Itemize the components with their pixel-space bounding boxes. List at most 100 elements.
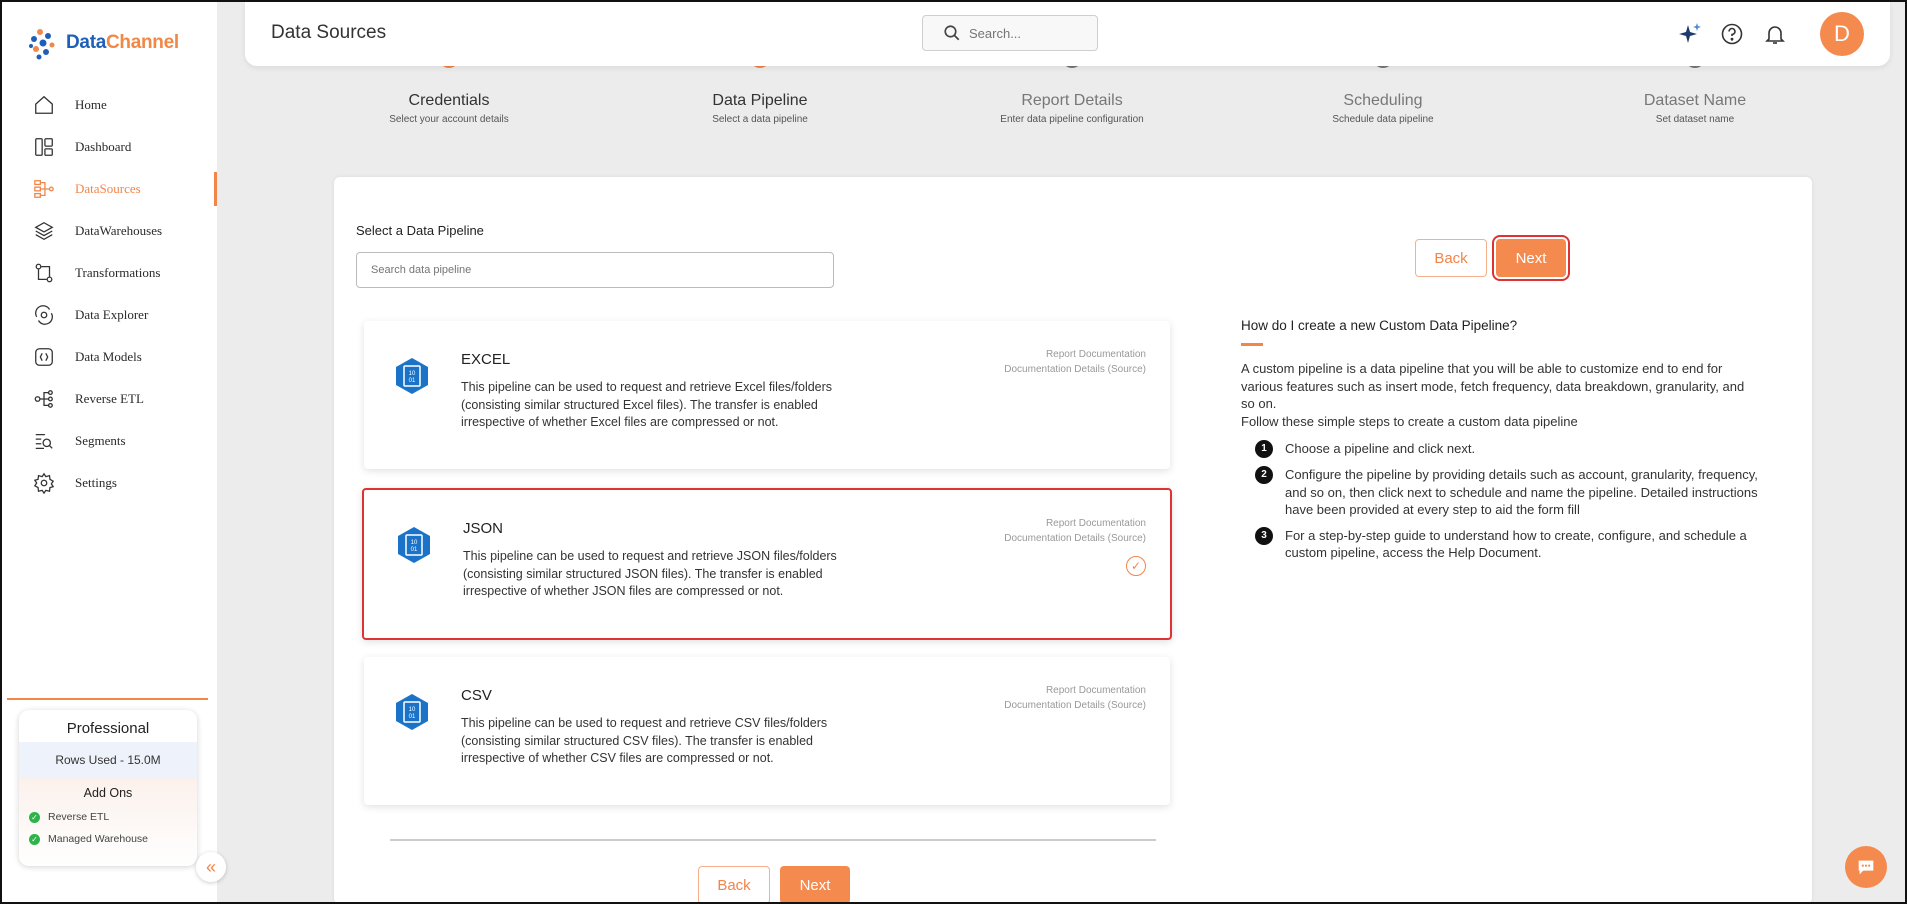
step-subtitle: Schedule data pipeline	[1332, 114, 1434, 125]
step-subtitle: Enter data pipeline configuration	[1000, 114, 1144, 125]
svg-text:10: 10	[409, 707, 416, 713]
addons-section: Add Ons ✓ Reverse ETL ✓ Managed Warehous…	[19, 778, 197, 866]
sidebar-item-label: Data Explorer	[75, 307, 149, 322]
step-title: Scheduling	[1343, 92, 1423, 109]
pipeline-description: This pipeline can be used to request and…	[461, 380, 833, 429]
sidebar: DataChannel Home Dashboard DataSources D…	[2, 2, 217, 902]
report-documentation-link[interactable]: Report Documentation	[1004, 347, 1146, 362]
help-step-text: For a step-by-step guide to understand h…	[1285, 527, 1747, 561]
transform-icon	[35, 263, 53, 283]
pipeline-card-csv[interactable]: 10 01 CSV This pipeline can be used to r…	[364, 657, 1170, 805]
step-report-details[interactable]: Report Details Enter data pipeline confi…	[942, 58, 1202, 125]
sparkle-ai-icon[interactable]	[1678, 22, 1702, 46]
segments-icon	[35, 433, 53, 449]
next-button-top[interactable]: Next	[1492, 235, 1570, 281]
pipeline-docs: Report Documentation Documentation Detai…	[1004, 347, 1146, 377]
step-dataset-name[interactable]: Dataset Name Set dataset name	[1565, 58, 1825, 125]
svg-text:01: 01	[409, 378, 416, 384]
plan-title: Professional	[66, 720, 150, 737]
step-credentials[interactable]: Credentials Select your account details	[319, 58, 579, 125]
top-header: Data Sources D	[245, 2, 1890, 66]
binary-file-icon: 10 01	[396, 358, 428, 394]
datachannel-logo-icon	[29, 29, 55, 60]
binary-file-icon: 10 01	[396, 694, 428, 730]
sidebar-item-reverse-etl[interactable]: Reverse ETL	[2, 378, 217, 420]
sidebar-item-label: Dashboard	[75, 139, 132, 154]
sidebar-item-transformations[interactable]: Transformations	[2, 252, 217, 294]
help-step-text: Choose a pipeline and click next.	[1285, 441, 1476, 456]
back-button-bottom[interactable]: Back	[698, 866, 770, 904]
pipeline-selection-card: Select a Data Pipeline Back Next 10 01 E…	[334, 177, 1812, 904]
report-documentation-link[interactable]: Report Documentation	[1004, 516, 1146, 531]
models-icon	[35, 348, 53, 366]
help-follow: Follow these simple steps to create a cu…	[1241, 413, 1578, 429]
documentation-details-link[interactable]: Documentation Details (Source)	[1004, 362, 1146, 377]
pipeline-name: EXCEL	[461, 351, 511, 368]
page-title: Data Sources	[271, 22, 387, 43]
sidebar-item-label: Reverse ETL	[75, 391, 144, 406]
sidebar-item-settings[interactable]: Settings	[2, 462, 217, 504]
check-circle-icon: ✓	[29, 811, 40, 823]
addons-title: Add Ons	[83, 786, 133, 800]
brand-logo[interactable]: DataChannel	[26, 24, 179, 62]
svg-text:01: 01	[409, 714, 416, 720]
sidebar-item-datasources[interactable]: DataSources	[2, 168, 217, 210]
help-step: 1 Choose a pipeline and click next.	[1255, 440, 1761, 458]
sidebar-item-label: Transformations	[75, 265, 161, 280]
sidebar-item-datawarehouses[interactable]: DataWarehouses	[2, 210, 217, 252]
sidebar-item-dashboard[interactable]: Dashboard	[2, 126, 217, 168]
pipeline-docs: Report Documentation Documentation Detai…	[1004, 683, 1146, 713]
step-scheduling[interactable]: Scheduling Schedule data pipeline	[1253, 58, 1513, 125]
step-data-pipeline[interactable]: Data Pipeline Select a data pipeline	[630, 58, 890, 125]
addon-label: Reverse ETL	[48, 811, 110, 823]
step-subtitle: Select a data pipeline	[712, 114, 808, 125]
chat-support-button[interactable]	[1845, 846, 1887, 888]
step-title: Credentials	[408, 92, 490, 109]
user-avatar[interactable]: D	[1820, 12, 1864, 56]
sidebar-item-data-models[interactable]: Data Models	[2, 336, 217, 378]
step-number-badge: 3	[1255, 526, 1273, 545]
report-documentation-link[interactable]: Report Documentation	[1004, 683, 1146, 698]
step-number-badge: 1	[1255, 440, 1273, 458]
pipeline-search-input[interactable]	[356, 252, 834, 288]
sidebar-divider	[7, 698, 208, 700]
help-step: 3 For a step-by-step guide to understand …	[1255, 526, 1761, 562]
sidebar-item-data-explorer[interactable]: Data Explorer	[2, 294, 217, 336]
collapse-sidebar-button[interactable]: «	[196, 852, 226, 882]
next-button-bottom[interactable]: Next	[780, 866, 850, 904]
help-icon[interactable]	[1720, 22, 1744, 46]
global-search[interactable]	[922, 15, 1098, 51]
help-intro: A custom pipeline is a data pipeline tha…	[1241, 361, 1745, 411]
sidebar-item-home[interactable]: Home	[2, 84, 217, 126]
binary-file-icon: 10 01	[398, 527, 430, 563]
svg-text:10: 10	[409, 371, 416, 377]
select-pipeline-label: Select a Data Pipeline	[356, 223, 484, 238]
pipeline-card-excel[interactable]: 10 01 EXCEL This pipeline can be used to…	[364, 321, 1170, 469]
selected-check-icon: ✓	[1126, 556, 1146, 576]
rows-used: Rows Used - 15.0M	[19, 742, 197, 778]
addon-item: ✓ Reverse ETL	[19, 806, 197, 828]
help-title: How do I create a new Custom Data Pipeli…	[1241, 318, 1518, 333]
step-number-badge: 2	[1255, 466, 1273, 484]
pipeline-description: This pipeline can be used to request and…	[461, 716, 828, 765]
documentation-details-link[interactable]: Documentation Details (Source)	[1004, 531, 1146, 546]
step-subtitle: Set dataset name	[1655, 114, 1735, 125]
bell-icon[interactable]	[1763, 22, 1787, 46]
datasources-icon	[34, 180, 54, 198]
check-circle-icon: ✓	[29, 833, 40, 845]
chat-bubble-icon	[1858, 860, 1874, 875]
step-subtitle: Select your account details	[389, 114, 509, 125]
search-input[interactable]	[969, 25, 1079, 41]
wizard-stepper: Credentials Select your account details …	[245, 58, 1890, 136]
pipeline-name: CSV	[461, 687, 492, 704]
documentation-details-link[interactable]: Documentation Details (Source)	[1004, 698, 1146, 713]
help-accent-bar	[1241, 343, 1263, 346]
search-icon	[944, 25, 960, 41]
sidebar-item-segments[interactable]: Segments	[2, 420, 217, 462]
sidebar-item-label: Settings	[75, 475, 117, 490]
reverse-etl-icon	[34, 390, 53, 408]
content-divider	[390, 839, 1156, 841]
pipeline-card-json[interactable]: 10 01 JSON This pipeline can be used to …	[362, 488, 1172, 640]
back-button-top[interactable]: Back	[1415, 239, 1487, 277]
plan-card: Professional Rows Used - 15.0M Add Ons ✓…	[19, 710, 197, 866]
